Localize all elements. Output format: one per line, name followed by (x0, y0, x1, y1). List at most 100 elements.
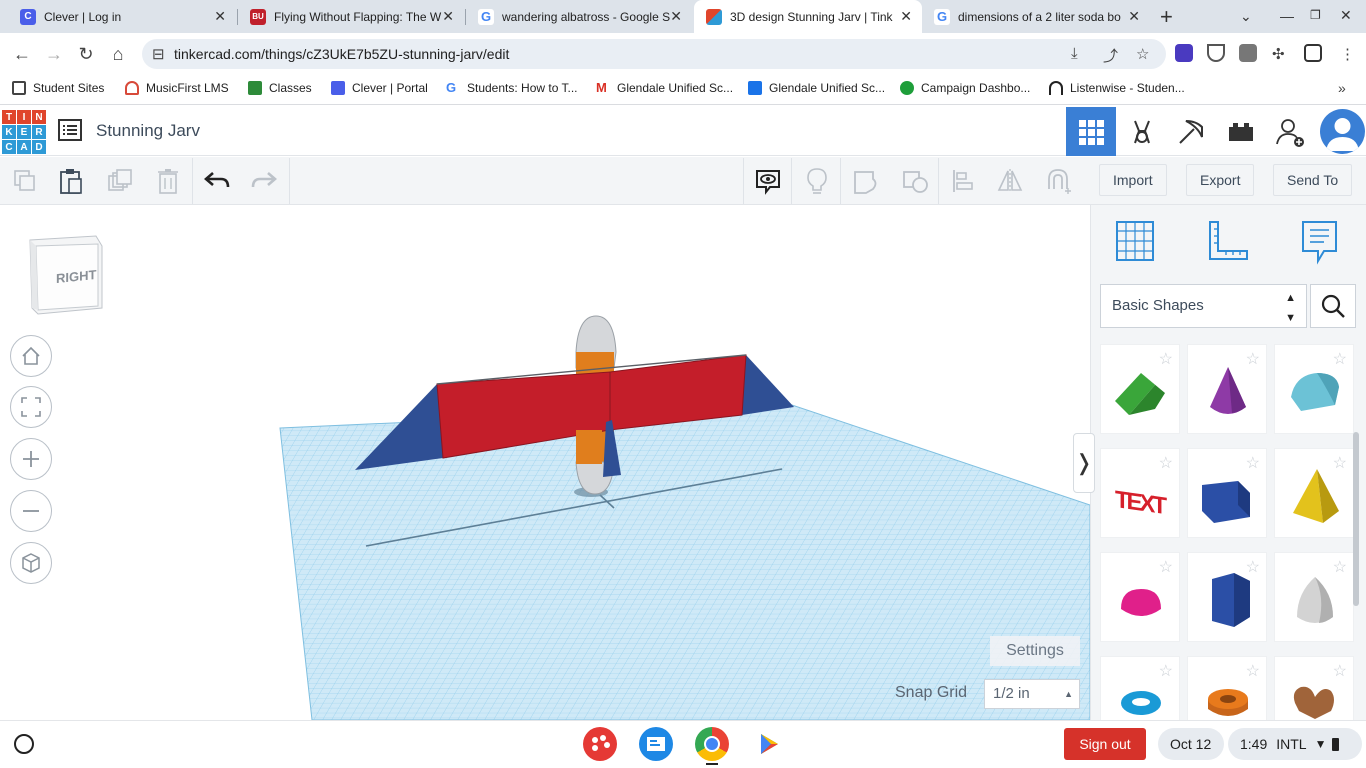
back-icon[interactable]: ← (11, 43, 33, 65)
design-list-icon[interactable] (58, 118, 82, 142)
shape-text[interactable]: ☆ TEXT (1100, 448, 1180, 538)
home-view-button[interactable] (10, 335, 52, 377)
workplane-canvas[interactable] (0, 205, 1090, 720)
zoom-in-button[interactable] (10, 438, 52, 480)
snap-grid-select[interactable]: 1/2 in ▲ (984, 679, 1080, 709)
forward-icon[interactable]: → (43, 43, 65, 65)
reload-icon[interactable]: ↻ (75, 43, 97, 65)
bricks-button[interactable] (1216, 107, 1266, 156)
shape-pyramid[interactable]: ☆ (1274, 448, 1354, 538)
launcher-icon[interactable] (14, 734, 34, 754)
tab-tinkercad-design[interactable]: 3D design Stunning Jarv | Tink ✕ (694, 0, 922, 33)
settings-button[interactable]: Settings (990, 636, 1080, 666)
group-button[interactable] (849, 164, 883, 198)
add-user-button[interactable] (1266, 107, 1316, 156)
clever-extension-icon[interactable] (1175, 44, 1193, 62)
bookmark-item[interactable]: G Students: How to T... (446, 81, 578, 96)
workplane-scene[interactable] (0, 205, 1090, 720)
cruise-button[interactable] (1041, 164, 1075, 198)
tab-wandering-albatross[interactable]: G wandering albatross - Google S ✕ (466, 0, 692, 33)
notes-button[interactable] (751, 164, 785, 198)
play-store-app-icon[interactable] (751, 727, 785, 761)
star-icon[interactable]: ☆ (1333, 349, 1347, 369)
shape-half-sphere[interactable]: ☆ (1100, 552, 1180, 642)
tab-search-icon[interactable]: ⌄ (1240, 8, 1252, 25)
undo-button[interactable] (200, 164, 234, 198)
shape-category-select[interactable]: Basic Shapes ▲ ▼ (1100, 284, 1307, 328)
star-icon[interactable]: ☆ (1159, 453, 1173, 473)
shape-polygon[interactable]: ☆ (1187, 552, 1267, 642)
right-wing-tip-shape[interactable] (742, 355, 794, 415)
design-title[interactable]: Stunning Jarv (96, 121, 200, 141)
classroom-app-icon[interactable] (639, 727, 673, 761)
shape-box[interactable]: ☆ (1187, 448, 1267, 538)
bookmark-star-icon[interactable]: ☆ (1136, 45, 1149, 63)
puzzle-icon[interactable]: ✣ (1272, 45, 1285, 63)
tab-clever-login[interactable]: C Clever | Log in ✕ (8, 0, 236, 33)
perspective-button[interactable] (10, 542, 52, 584)
chrome-app-icon[interactable] (695, 727, 729, 761)
bookmark-item[interactable]: Glendale Unified Sc... (748, 81, 885, 95)
tinkercad-logo[interactable]: T I N K E R C A D (2, 110, 46, 154)
paint-app-icon[interactable] (583, 727, 617, 761)
star-icon[interactable]: ☆ (1159, 661, 1173, 681)
bookmark-item[interactable]: Listenwise - Studen... (1049, 81, 1185, 95)
extension-icon[interactable] (1239, 44, 1257, 62)
zoom-out-button[interactable] (10, 490, 52, 532)
shapes-scrollbar[interactable] (1353, 432, 1359, 606)
close-icon[interactable]: ✕ (442, 8, 454, 25)
star-icon[interactable]: ☆ (1246, 661, 1260, 681)
star-icon[interactable]: ☆ (1246, 349, 1260, 369)
mirror-button[interactable] (993, 164, 1027, 198)
import-button[interactable]: Import (1099, 164, 1167, 196)
bookmark-item[interactable]: M Glendale Unified Sc... (596, 81, 733, 96)
send-to-button[interactable]: Send To (1273, 164, 1353, 196)
bookmark-item[interactable]: Clever | Portal (331, 81, 428, 95)
url-text[interactable]: tinkercad.com/things/cZ3UkE7b5ZU-stunnin… (174, 46, 509, 62)
side-panel-icon[interactable] (1304, 44, 1322, 62)
more-bookmarks-icon[interactable]: » (1338, 80, 1346, 96)
close-icon[interactable]: ✕ (670, 8, 682, 25)
fit-view-button[interactable] (10, 386, 52, 428)
workplane-tool-button[interactable] (1114, 219, 1156, 263)
site-info-icon[interactable]: ⊟ (152, 45, 165, 63)
redo-button[interactable] (247, 164, 281, 198)
shape-round-roof[interactable]: ☆ (1274, 344, 1354, 434)
delete-button[interactable] (151, 164, 185, 198)
tab-soda-bottle[interactable]: G dimensions of a 2 liter soda bo ✕ (922, 0, 1150, 33)
star-icon[interactable]: ☆ (1333, 661, 1347, 681)
close-icon[interactable]: ✕ (214, 8, 226, 25)
bookmark-item[interactable]: Classes (248, 81, 312, 95)
sign-out-button[interactable]: Sign out (1064, 728, 1146, 760)
date-tray[interactable]: Oct 12 (1158, 728, 1224, 760)
close-icon[interactable]: ✕ (1128, 8, 1140, 25)
menu-dots-icon[interactable]: ⋮ (1340, 45, 1355, 63)
collapse-panel-button[interactable]: ❭ (1073, 433, 1095, 493)
shape-cone[interactable]: ☆ (1187, 344, 1267, 434)
ungroup-button[interactable] (898, 164, 932, 198)
avatar[interactable] (1320, 109, 1365, 154)
shield-icon[interactable] (1207, 44, 1225, 62)
copy-button[interactable] (8, 164, 42, 198)
close-icon[interactable]: ✕ (900, 8, 912, 25)
star-icon[interactable]: ☆ (1246, 453, 1260, 473)
minecraft-button[interactable] (1166, 107, 1216, 156)
star-icon[interactable]: ☆ (1246, 557, 1260, 577)
shape-roof[interactable]: ☆ (1100, 344, 1180, 434)
bookmark-item[interactable]: Student Sites (12, 81, 104, 95)
home-icon[interactable]: ⌂ (107, 43, 129, 65)
paste-button[interactable] (54, 164, 88, 198)
tab-flying-without-flapping[interactable]: BU Flying Without Flapping: The W ✕ (238, 0, 464, 33)
ruler-tool-button[interactable] (1206, 219, 1250, 263)
star-icon[interactable]: ☆ (1159, 557, 1173, 577)
export-button[interactable]: Export (1186, 164, 1255, 196)
status-tray[interactable]: 1:49 INTL ▼ (1228, 728, 1362, 760)
3d-view-button[interactable] (1066, 107, 1116, 156)
bookmark-item[interactable]: MusicFirst LMS (125, 81, 229, 95)
align-button[interactable] (947, 164, 981, 198)
restore-icon[interactable]: ❐ (1310, 8, 1321, 22)
new-tab-icon[interactable]: + (1160, 4, 1173, 30)
shape-paraboloid[interactable]: ☆ (1274, 552, 1354, 642)
bookmark-item[interactable]: Campaign Dashbo... (900, 81, 1030, 95)
hint-button[interactable] (800, 164, 834, 198)
